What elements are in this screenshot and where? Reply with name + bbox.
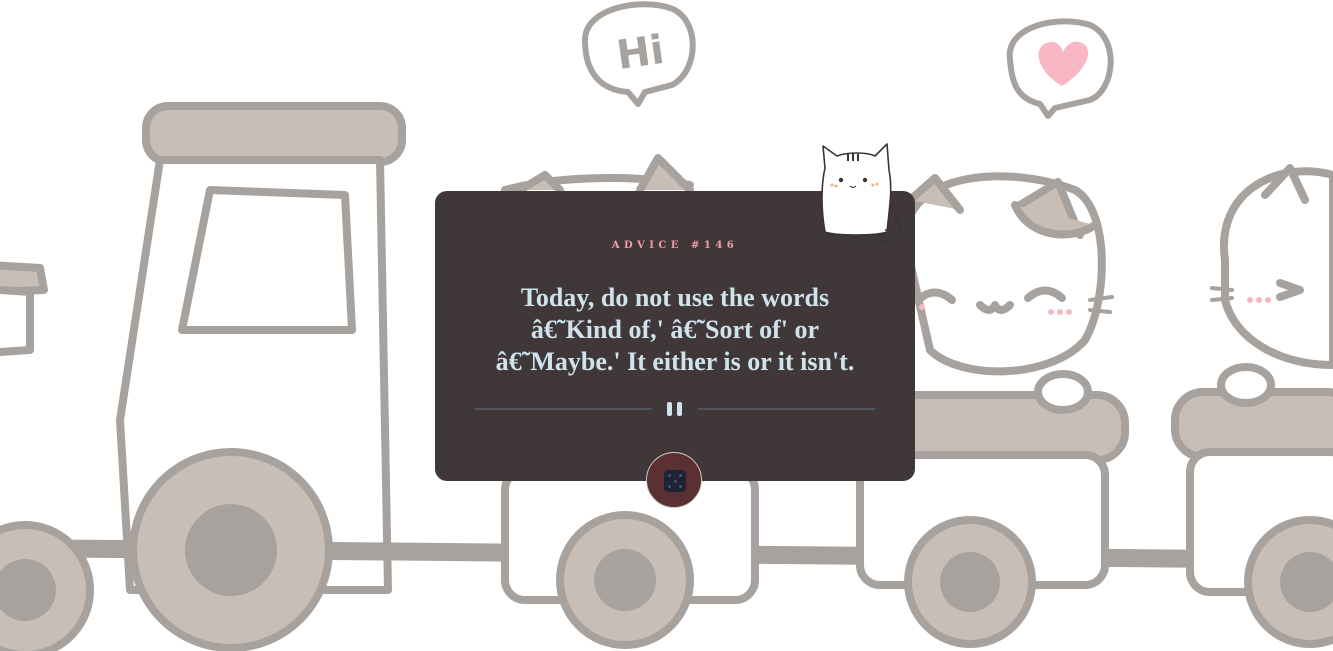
speech-bubble-hi-text: Hi	[614, 27, 667, 79]
page: Hi ADVICE #146 Today, do not use the wor…	[0, 0, 1333, 651]
cat-topper-illustration	[821, 143, 901, 244]
pause-icon	[665, 402, 685, 416]
divider	[475, 399, 875, 419]
advice-quote: Today, do not use the words â€˜Kind of,'…	[495, 283, 855, 376]
divider-line-right	[698, 408, 875, 410]
divider-line-left	[475, 408, 652, 410]
dice-icon	[664, 470, 686, 492]
new-advice-button[interactable]	[646, 452, 702, 508]
